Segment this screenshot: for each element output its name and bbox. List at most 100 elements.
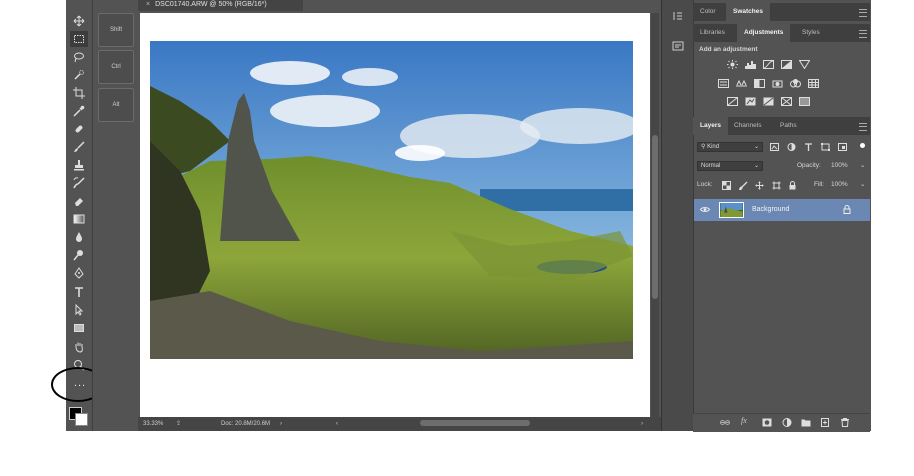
type-tool-icon[interactable] <box>70 284 88 300</box>
search-icon: ⚲ <box>701 144 706 150</box>
lock-pixels-icon[interactable] <box>739 181 748 190</box>
rectangle-tool-icon[interactable] <box>70 320 88 336</box>
pen-tool-icon[interactable] <box>70 265 88 281</box>
levels-icon[interactable] <box>745 60 756 69</box>
layer-lock-icon <box>843 205 851 214</box>
alt-button[interactable]: Alt <box>98 88 134 122</box>
touch-shortcuts-panel: Shift Ctrl Alt <box>92 0 139 431</box>
tab-styles[interactable]: Styles <box>795 24 827 42</box>
threshold-icon[interactable] <box>763 97 774 106</box>
blur-tool-icon[interactable] <box>70 229 88 245</box>
blend-mode-select[interactable]: Normal ⌄ <box>697 161 763 171</box>
gradient-map-icon[interactable] <box>799 97 810 106</box>
posterize-icon[interactable] <box>745 97 756 106</box>
delete-layer-icon[interactable] <box>840 418 850 427</box>
healing-brush-tool-icon[interactable] <box>70 121 88 137</box>
shift-button[interactable]: Shift <box>98 13 134 47</box>
new-adjustment-layer-icon[interactable] <box>782 418 792 427</box>
history-icon[interactable] <box>672 10 684 22</box>
hue-saturation-icon[interactable] <box>718 79 729 88</box>
opacity-value[interactable]: 100% <box>831 162 848 169</box>
add-mask-icon[interactable] <box>762 418 772 427</box>
move-tool-icon[interactable] <box>70 13 88 29</box>
layer-style-icon[interactable]: fx <box>741 416 747 425</box>
new-group-icon[interactable] <box>801 418 811 427</box>
export-icon[interactable]: ⇪ <box>176 417 181 431</box>
lock-transparent-icon[interactable] <box>722 181 731 190</box>
eyedropper-tool-icon[interactable] <box>70 103 88 119</box>
pixel-filter-icon[interactable] <box>770 143 779 151</box>
zoom-level[interactable]: 33.33% <box>143 417 163 431</box>
hand-tool-icon[interactable] <box>70 339 88 355</box>
scroll-left-icon[interactable]: ‹ <box>336 417 338 431</box>
fill-label: Fill: <box>814 181 825 188</box>
close-icon[interactable]: × <box>146 1 150 8</box>
color-balance-icon[interactable] <box>736 79 747 88</box>
visibility-eye-icon[interactable] <box>700 206 710 213</box>
smart-object-filter-icon[interactable] <box>838 143 847 151</box>
scroll-right-icon[interactable]: › <box>641 417 643 431</box>
brush-tool-icon[interactable] <box>70 139 88 155</box>
photo-filter-icon[interactable] <box>772 79 783 88</box>
panel-menu-icon[interactable] <box>859 30 867 38</box>
ctrl-button[interactable]: Ctrl <box>98 50 134 84</box>
history-brush-tool-icon[interactable] <box>70 175 88 191</box>
vertical-scroll-thumb[interactable] <box>652 135 658 299</box>
selective-color-icon[interactable] <box>781 97 792 106</box>
lock-label: Lock: <box>697 181 713 188</box>
layer-filter-kind[interactable]: ⚲ Kind ⌄ <box>697 142 763 152</box>
tab-channels[interactable]: Channels <box>727 117 768 135</box>
black-white-icon[interactable] <box>754 79 765 88</box>
fill-value[interactable]: 100% <box>831 181 848 188</box>
lasso-tool-icon[interactable] <box>70 49 88 65</box>
filter-toggle-icon[interactable] <box>860 143 865 148</box>
brightness-icon[interactable] <box>727 60 738 69</box>
properties-icon[interactable] <box>672 40 684 52</box>
type-filter-icon[interactable] <box>804 143 813 151</box>
quick-selection-tool-icon[interactable] <box>70 67 88 83</box>
document-size: Doc: 20.8M/20.6M <box>221 421 271 427</box>
document-tab[interactable]: × DSC01740.ARW @ 50% (RGB/16*) <box>138 0 303 11</box>
clone-stamp-tool-icon[interactable] <box>70 157 88 173</box>
landscape-photo <box>150 41 633 359</box>
horizontal-scroll-thumb[interactable] <box>420 420 530 426</box>
crop-tool-icon[interactable] <box>70 85 88 101</box>
lock-all-icon[interactable] <box>788 181 797 190</box>
adjustment-filter-icon[interactable] <box>787 143 796 151</box>
dodge-tool-icon[interactable] <box>70 247 88 263</box>
status-bar: 33.33% ⇪ Doc: 20.8M/20.6M › ‹ › <box>138 417 661 431</box>
chevron-down-icon[interactable]: ⌄ <box>860 161 865 169</box>
lock-artboard-icon[interactable] <box>772 181 781 190</box>
new-layer-icon[interactable] <box>820 418 830 427</box>
lock-position-icon[interactable] <box>755 181 764 190</box>
panel-menu-icon[interactable] <box>859 123 867 131</box>
color-lookup-icon[interactable] <box>808 79 819 88</box>
link-layers-icon[interactable] <box>720 418 730 427</box>
vibrance-icon[interactable] <box>799 60 810 69</box>
kind-label: Kind <box>707 144 720 150</box>
channel-mixer-icon[interactable] <box>790 79 801 88</box>
invert-icon[interactable] <box>727 97 738 106</box>
shape-filter-icon[interactable] <box>821 143 830 151</box>
tab-swatches[interactable]: Swatches <box>726 3 770 21</box>
background-color-swatch[interactable] <box>75 413 88 426</box>
panel-menu-icon[interactable] <box>859 9 867 17</box>
adjustments-panel-tabs: Libraries Adjustments Styles <box>693 24 870 42</box>
path-selection-tool-icon[interactable] <box>70 302 88 318</box>
layer-name[interactable]: Background <box>752 206 789 213</box>
status-arrow-icon[interactable]: › <box>280 417 282 431</box>
chevron-down-icon[interactable]: ⌄ <box>860 180 865 188</box>
tab-layers[interactable]: Layers <box>693 117 728 135</box>
exposure-icon[interactable] <box>781 60 792 69</box>
tab-adjustments[interactable]: Adjustments <box>737 24 791 42</box>
marquee-tool-icon[interactable] <box>70 31 88 47</box>
tab-libraries[interactable]: Libraries <box>693 24 732 42</box>
layer-thumbnail <box>719 202 744 218</box>
adjustments-heading: Add an adjustment <box>699 46 758 53</box>
eraser-tool-icon[interactable] <box>70 193 88 209</box>
gradient-tool-icon[interactable] <box>70 211 88 227</box>
curves-icon[interactable] <box>763 60 774 69</box>
tab-color[interactable]: Color <box>693 3 723 21</box>
chevron-down-icon: ⌄ <box>753 163 759 169</box>
tab-paths[interactable]: Paths <box>773 117 804 135</box>
